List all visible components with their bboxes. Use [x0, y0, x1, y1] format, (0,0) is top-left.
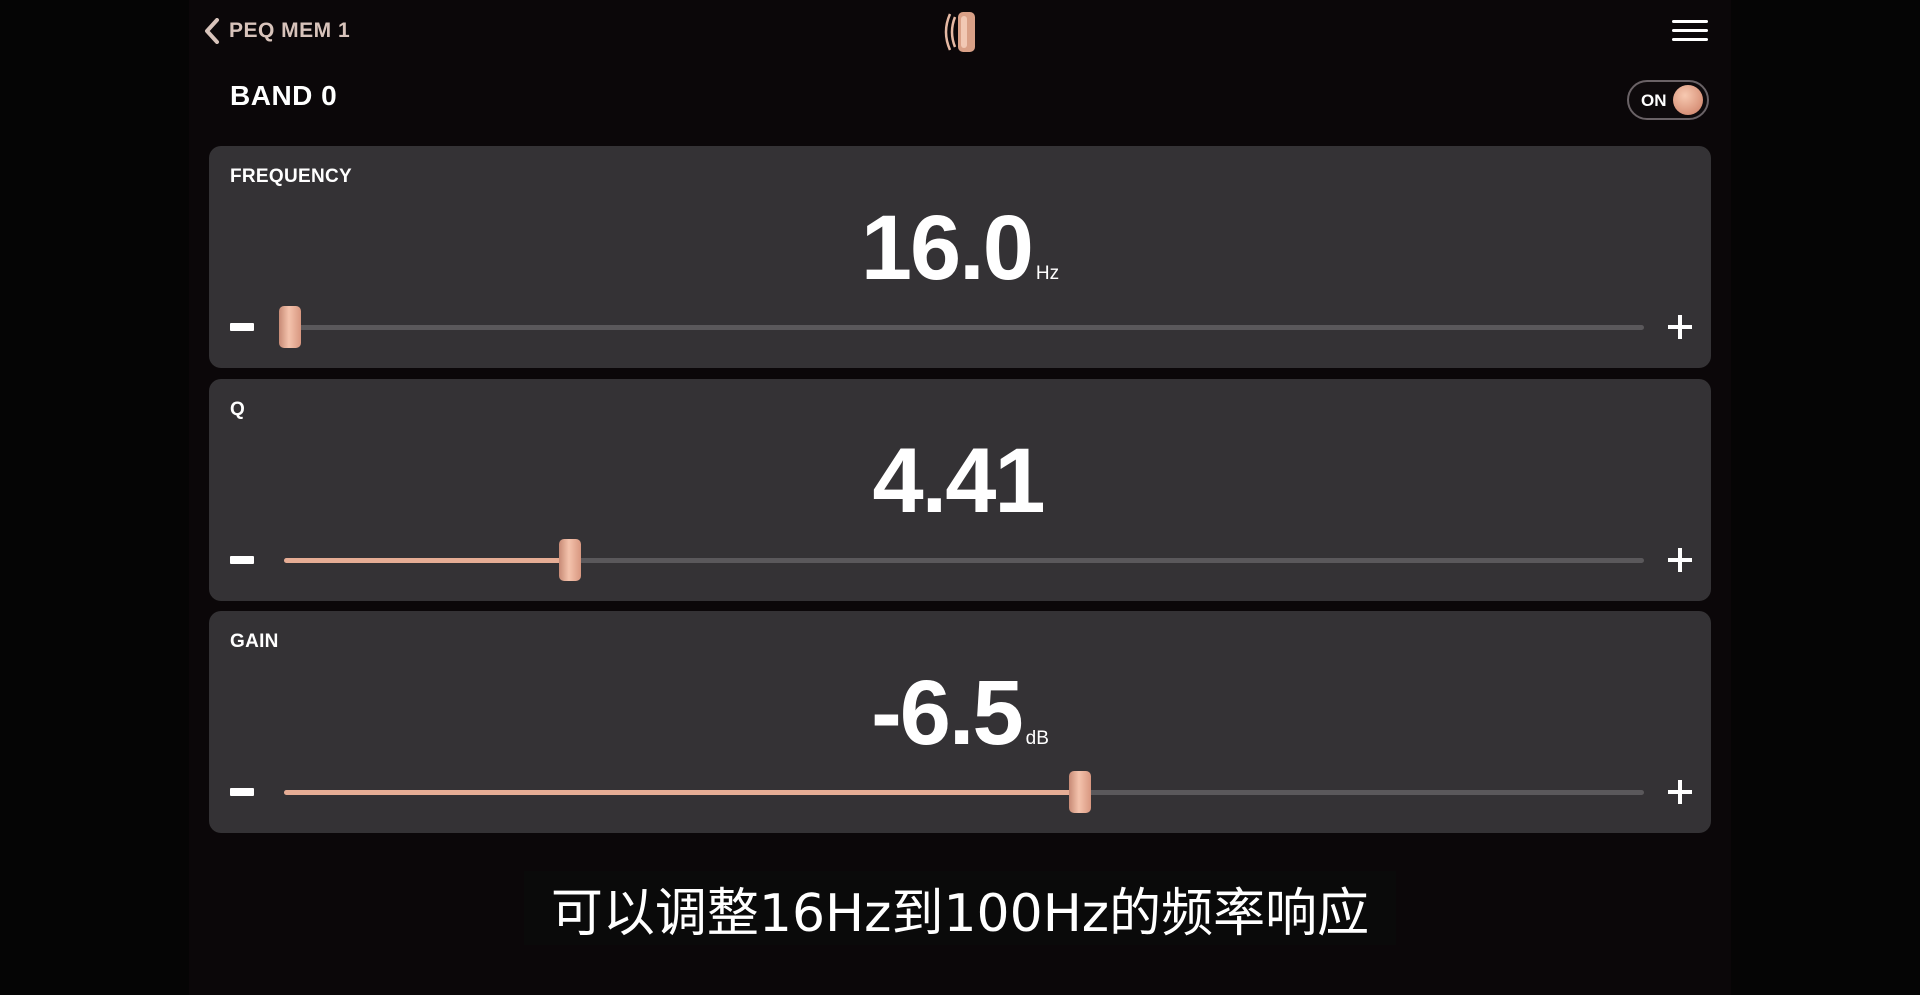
- q-label: Q: [230, 399, 246, 420]
- frequency-increase-button[interactable]: [1668, 315, 1692, 339]
- q-increase-button[interactable]: [1668, 548, 1692, 572]
- gain-slider-thumb[interactable]: [1068, 771, 1091, 813]
- gain-slider-fill: [284, 790, 1080, 795]
- gain-decrease-button[interactable]: [230, 788, 254, 796]
- gain-label: GAIN: [230, 631, 279, 652]
- frequency-label: FREQUENCY: [230, 166, 352, 187]
- frequency-unit: Hz: [1035, 263, 1060, 284]
- back-label: PEQ MEM 1: [229, 19, 351, 42]
- frequency-value: 16.0: [860, 197, 1034, 299]
- band-title: BAND 0: [230, 80, 338, 111]
- band-on-toggle[interactable]: ON: [1627, 80, 1709, 120]
- gain-slider[interactable]: [284, 771, 1644, 813]
- q-slider-thumb[interactable]: [558, 539, 581, 581]
- frequency-decrease-button[interactable]: [230, 323, 254, 331]
- back-button[interactable]: PEQ MEM 1: [203, 16, 350, 46]
- gain-panel: GAIN -6.5 dB: [209, 611, 1711, 833]
- chevron-left-icon: [205, 18, 219, 44]
- hamburger-menu-icon[interactable]: [1672, 20, 1708, 46]
- q-value: 4.41: [872, 430, 1045, 532]
- q-panel: Q 4.41: [209, 379, 1711, 601]
- q-slider[interactable]: [284, 539, 1644, 581]
- q-slider-fill: [284, 558, 570, 563]
- frequency-slider[interactable]: [279, 306, 1644, 348]
- gain-increase-button[interactable]: [1668, 780, 1692, 804]
- speaker-logo-icon: [944, 12, 975, 52]
- q-decrease-button[interactable]: [230, 556, 254, 564]
- frequency-slider-thumb[interactable]: [279, 306, 301, 348]
- video-subtitle: 可以调整16Hz到100Hz的频率响应: [524, 871, 1396, 945]
- toggle-knob: [1673, 85, 1703, 115]
- gain-unit: dB: [1025, 728, 1049, 749]
- frequency-panel: FREQUENCY 16.0 Hz: [209, 146, 1711, 368]
- gain-value: -6.5: [871, 662, 1024, 764]
- toggle-label: ON: [1641, 91, 1667, 110]
